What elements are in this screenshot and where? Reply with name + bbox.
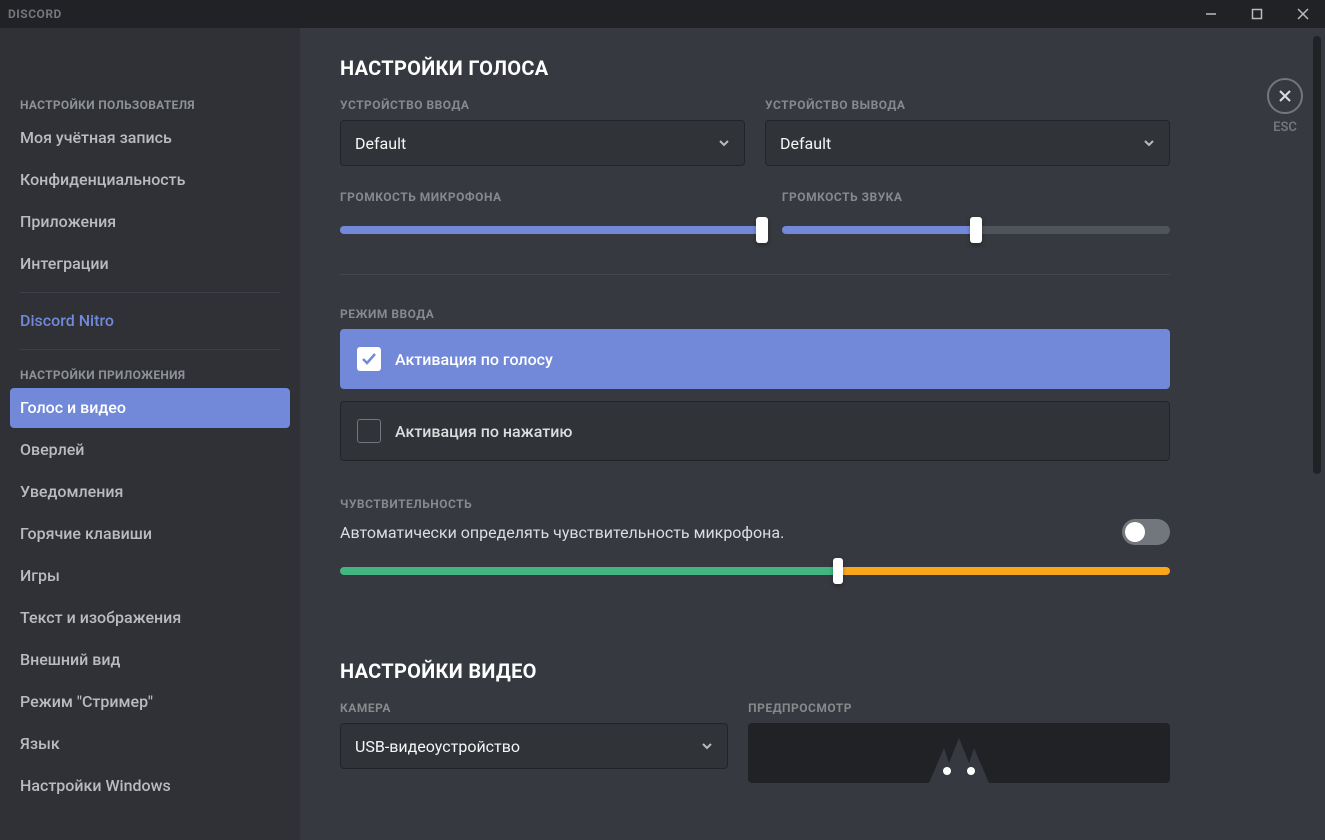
sidebar-item-appearance[interactable]: Внешний вид (10, 640, 290, 680)
sidebar-header-app: НАСТРОЙКИ ПРИЛОЖЕНИЯ (10, 358, 290, 388)
input-device-label: УСТРОЙСТВО ВВОДА (340, 98, 745, 112)
wumpus-icon (899, 723, 1019, 783)
maximize-button[interactable] (1243, 4, 1271, 24)
sidebar-item-privacy[interactable]: Конфиденциальность (10, 160, 290, 200)
input-mode-ptt-label: Активация по нажатию (395, 422, 572, 441)
mic-volume-label: ГРОМКОСТЬ МИКРОФОНА (340, 190, 762, 204)
window-close-button[interactable] (1289, 4, 1317, 24)
chevron-down-icon (1143, 134, 1155, 153)
sidebar-item-nitro[interactable]: Discord Nitro (10, 301, 290, 341)
mic-volume-slider[interactable] (340, 218, 762, 242)
minimize-button[interactable] (1197, 4, 1225, 24)
sidebar-item-text-images[interactable]: Текст и изображения (10, 598, 290, 638)
input-mode-voice-label: Активация по голосу (395, 350, 553, 369)
auto-sensitivity-text: Автоматически определять чувствительност… (340, 523, 784, 542)
sidebar-item-keybinds[interactable]: Горячие клавиши (10, 514, 290, 554)
sensitivity-label: ЧУВСТВИТЕЛЬНОСТЬ (340, 497, 1170, 511)
esc-label: ESC (1273, 120, 1297, 135)
sidebar-item-account[interactable]: Моя учётная запись (10, 118, 290, 158)
titlebar: DISCORD (0, 0, 1325, 28)
content-area: НАСТРОЙКИ ГОЛОСА УСТРОЙСТВО ВВОДА Defaul… (300, 28, 1245, 840)
output-volume-slider[interactable] (782, 218, 1170, 242)
sidebar-item-overlay[interactable]: Оверлей (10, 430, 290, 470)
camera-select[interactable]: USB-видеоустройство (340, 723, 728, 769)
sidebar-item-games[interactable]: Игры (10, 556, 290, 596)
input-device-value: Default (355, 134, 406, 153)
sidebar-item-voice-video[interactable]: Голос и видео (10, 388, 290, 428)
output-volume-label: ГРОМКОСТЬ ЗВУКА (782, 190, 1170, 204)
output-device-select[interactable]: Default (765, 120, 1170, 166)
video-preview (748, 723, 1170, 783)
sidebar-item-windows[interactable]: Настройки Windows (10, 766, 290, 806)
scrollbar[interactable] (1313, 36, 1321, 832)
input-mode-label: РЕЖИМ ВВОДА (340, 307, 1170, 321)
auto-sensitivity-toggle[interactable] (1122, 519, 1170, 545)
sidebar-item-language[interactable]: Язык (10, 724, 290, 764)
chevron-down-icon (718, 134, 730, 153)
sidebar-item-connections[interactable]: Интеграции (10, 244, 290, 284)
sensitivity-slider[interactable] (340, 561, 1170, 581)
sidebar-separator (20, 292, 280, 293)
input-mode-push-to-talk[interactable]: Активация по нажатию (340, 401, 1170, 461)
brand-label: DISCORD (8, 7, 62, 21)
voice-settings-title: НАСТРОЙКИ ГОЛОСА (340, 56, 1170, 80)
sidebar-item-streamer[interactable]: Режим "Стример" (10, 682, 290, 722)
checkbox-checked-icon (357, 347, 381, 371)
input-device-select[interactable]: Default (340, 120, 745, 166)
window-controls (1197, 4, 1317, 24)
sidebar-header-user: НАСТРОЙКИ ПОЛЬЗОВАТЕЛЯ (10, 88, 290, 118)
close-settings-button[interactable] (1267, 78, 1303, 114)
camera-value: USB-видеоустройство (355, 737, 520, 756)
input-mode-voice-activity[interactable]: Активация по голосу (340, 329, 1170, 389)
camera-label: КАМЕРА (340, 701, 728, 715)
output-device-label: УСТРОЙСТВО ВЫВОДА (765, 98, 1170, 112)
chevron-down-icon (701, 737, 713, 756)
sidebar-item-notifications[interactable]: Уведомления (10, 472, 290, 512)
checkbox-empty-icon (357, 419, 381, 443)
sidebar-item-apps[interactable]: Приложения (10, 202, 290, 242)
sidebar-separator (20, 349, 280, 350)
video-settings-title: НАСТРОЙКИ ВИДЕО (340, 659, 1170, 683)
preview-label: ПРЕДПРОСМОТР (748, 701, 1170, 715)
settings-sidebar: НАСТРОЙКИ ПОЛЬЗОВАТЕЛЯ Моя учётная запис… (0, 28, 300, 840)
output-device-value: Default (780, 134, 831, 153)
